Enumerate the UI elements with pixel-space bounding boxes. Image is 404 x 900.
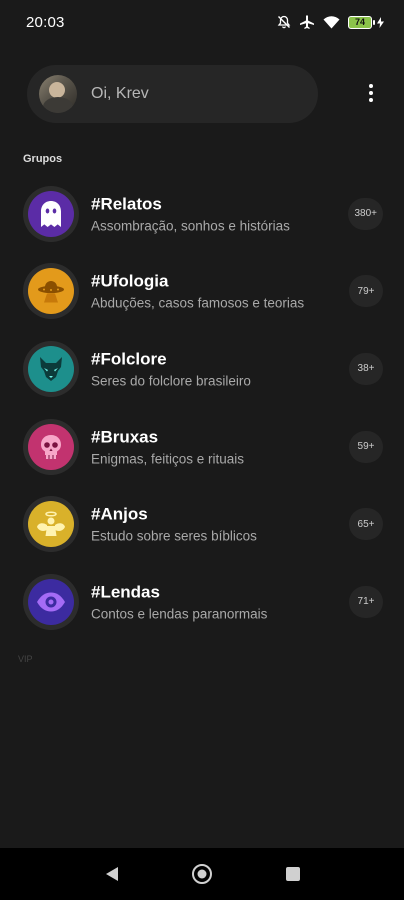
back-button[interactable] [100, 862, 124, 886]
angel-icon [28, 501, 74, 548]
more-vert-icon [369, 84, 373, 88]
navigation-bar [0, 848, 404, 900]
eye-icon [28, 578, 74, 625]
ghost-icon [28, 190, 74, 237]
group-name: #Folclore [91, 349, 167, 369]
member-count-badge: 71+ [349, 585, 383, 618]
home-button[interactable] [190, 862, 214, 886]
status-bar: 20:03 74 [0, 0, 404, 44]
airplane-icon [299, 15, 315, 29]
group-name: #Ufologia [91, 271, 169, 291]
recents-square-icon [286, 867, 300, 881]
group-name: #Bruxas [91, 427, 159, 447]
status-icons: 74 [277, 15, 384, 29]
group-icon-ring [23, 496, 79, 553]
member-count-badge: 65+ [349, 508, 383, 541]
greeting-text: Oi, Krev [91, 85, 149, 102]
header-row: Oi, Krev [27, 64, 377, 124]
group-description: Abduções, casos famosos e teorias [91, 295, 305, 311]
group-name: #Lendas [91, 582, 160, 602]
wifi-icon [323, 15, 340, 29]
group-name: #Anjos [91, 504, 148, 524]
group-item-relatos[interactable]: #Relatos Assombração, sonhos e histórias… [0, 175, 404, 253]
group-icon-ring [23, 573, 79, 630]
recents-button[interactable] [281, 862, 305, 886]
status-time: 20:03 [26, 13, 65, 31]
group-name: #Relatos [91, 194, 162, 214]
member-count-badge: 380+ [348, 197, 383, 230]
group-description: Assombração, sonhos e histórias [91, 218, 290, 234]
section-title: Grupos [23, 153, 63, 165]
group-item-folclore[interactable]: #Folclore Seres do folclore brasileiro 3… [0, 330, 404, 408]
ufo-icon [28, 268, 74, 315]
group-description: Estudo sobre seres bíblicos [91, 528, 257, 544]
group-description: Enigmas, feitiços e rituais [91, 451, 245, 467]
battery-icon: 74 [348, 15, 384, 29]
bell-muted-icon [277, 15, 291, 29]
profile-pill[interactable]: Oi, Krev [27, 65, 318, 123]
group-item-anjos[interactable]: #Anjos Estudo sobre seres bíblicos 65+ [0, 485, 404, 563]
skull-icon [28, 423, 74, 470]
group-icon-ring [23, 340, 79, 397]
member-count-badge: 79+ [349, 275, 383, 308]
member-count-badge: 38+ [349, 352, 383, 385]
overflow-menu-button[interactable] [360, 80, 382, 106]
group-icon-ring [23, 185, 79, 242]
home-circle-icon [192, 864, 212, 884]
group-icon-ring [23, 263, 79, 320]
group-item-lendas[interactable]: #Lendas Contos e lendas paranormais 71+ [0, 563, 404, 641]
group-item-ufologia[interactable]: #Ufologia Abduções, casos famosos e teor… [0, 253, 404, 331]
group-description: Contos e lendas paranormais [91, 606, 268, 622]
member-count-badge: 59+ [349, 430, 383, 463]
vip-label: VIP [18, 654, 33, 664]
group-list: #Relatos Assombração, sonhos e histórias… [0, 175, 404, 641]
group-icon-ring [23, 418, 79, 475]
group-item-bruxas[interactable]: #Bruxas Enigmas, feitiços e rituais 59+ [0, 408, 404, 486]
avatar[interactable] [39, 75, 77, 113]
group-description: Seres do folclore brasileiro [91, 373, 251, 389]
back-triangle-icon [106, 867, 118, 881]
wolf-icon [28, 345, 74, 392]
